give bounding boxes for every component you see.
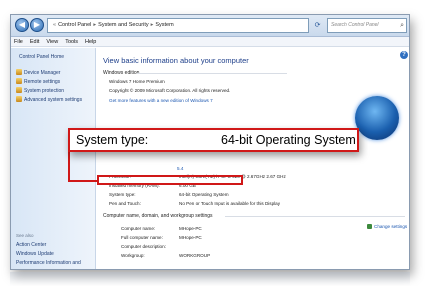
full-computer-name-label: Full computer name:: [121, 235, 163, 240]
window-reflection: [10, 272, 410, 286]
windows-logo: [355, 96, 399, 140]
sidebar-item-advanced-settings[interactable]: Advanced system settings: [16, 96, 82, 103]
section-divider: [137, 73, 287, 74]
system-type-value: 64-bit Operating System: [179, 192, 229, 197]
main-content: ? View basic information about your comp…: [97, 48, 409, 269]
rating-link[interactable]: 5.4: [177, 166, 183, 171]
menu-tools[interactable]: Tools: [65, 39, 78, 45]
crumb-separator: «: [53, 22, 57, 28]
change-settings-link[interactable]: Change settings: [367, 224, 407, 229]
sidebar: Control Panel Home Device Manager Remote…: [11, 48, 96, 269]
search-icon[interactable]: ⌕: [400, 19, 404, 32]
shield-icon: [16, 69, 22, 75]
sidebar-home-link[interactable]: Control Panel Home: [19, 54, 64, 60]
shield-icon: [16, 96, 22, 102]
shield-icon: [367, 224, 372, 229]
highlight-connector: [68, 180, 98, 182]
system-type-label: System type:: [109, 192, 136, 197]
callout-value: 64-bit Operating System: [221, 133, 356, 147]
section-header-edition: Windows edition: [103, 70, 140, 76]
sidebar-item-label: Remote settings: [24, 79, 61, 85]
sidebar-item-system-protection[interactable]: System protection: [16, 87, 64, 94]
copyright-text: Copyright © 2009 Microsoft Corporation. …: [109, 88, 231, 93]
computer-name-label: Computer name:: [121, 226, 156, 231]
section-header-computer: Computer name, domain, and workgroup set…: [103, 213, 213, 219]
menu-edit[interactable]: Edit: [30, 39, 39, 45]
back-button[interactable]: ◀: [15, 18, 29, 32]
sidebar-link-action-center[interactable]: Action Center: [16, 242, 46, 248]
highlight-connector: [68, 152, 70, 182]
sidebar-item-label: System protection: [24, 88, 65, 94]
highlight-box: [97, 175, 243, 185]
computer-description-label: Computer description:: [121, 244, 166, 249]
screenshot-stage: ◀ ▶ «Control Panel ▸ System and Security ▸ S…: [0, 0, 445, 286]
breadcrumb-system[interactable]: System: [155, 22, 173, 28]
callout-label: System type:: [76, 133, 149, 147]
zoom-callout: System type: 64-bit Operating System: [68, 128, 359, 152]
sidebar-link-windows-update[interactable]: Windows Update: [16, 251, 54, 257]
more-features-link[interactable]: Get more features with a new edition of …: [109, 98, 213, 103]
page-title: View basic information about your comput…: [103, 56, 249, 65]
refresh-icon[interactable]: ⟳: [311, 19, 324, 32]
menu-bar: File Edit View Tools Help: [11, 37, 409, 47]
forward-button[interactable]: ▶: [30, 18, 44, 32]
breadcrumb-control-panel[interactable]: Control Panel: [58, 22, 91, 28]
edition-value: Windows 7 Home Premium: [109, 79, 165, 84]
pen-touch-label: Pen and Touch:: [109, 201, 141, 206]
menu-view[interactable]: View: [46, 39, 58, 45]
menu-help[interactable]: Help: [85, 39, 96, 45]
sidebar-item-label: Advanced system settings: [24, 97, 83, 103]
address-toolbar: ◀ ▶ «Control Panel ▸ System and Security ▸ S…: [11, 15, 409, 37]
search-placeholder: Search Control Panel: [331, 22, 379, 28]
sidebar-item-device-manager[interactable]: Device Manager: [16, 69, 60, 76]
sidebar-link-performance[interactable]: Performance Information and: [16, 260, 81, 266]
sidebar-item-label: Device Manager: [24, 70, 61, 76]
computer-name-value: MHope-PC: [179, 226, 202, 231]
address-bar[interactable]: «Control Panel ▸ System and Security ▸ Syste…: [47, 18, 309, 33]
workgroup-label: Workgroup:: [121, 253, 145, 258]
shield-icon: [16, 87, 22, 93]
change-settings-label: Change settings: [374, 224, 408, 229]
breadcrumb-system-and-security[interactable]: System and Security: [98, 22, 148, 28]
search-input[interactable]: Search Control Panel ⌕: [327, 18, 407, 33]
shield-icon: [16, 78, 22, 84]
menu-file[interactable]: File: [14, 39, 23, 45]
sidebar-item-remote-settings[interactable]: Remote settings: [16, 78, 60, 85]
help-icon[interactable]: ?: [400, 51, 408, 59]
section-divider: [225, 216, 405, 217]
pen-touch-value: No Pen or Touch Input is available for t…: [179, 201, 281, 206]
full-computer-name-value: MHope-PC: [179, 235, 202, 240]
see-also-heading: See also: [16, 233, 34, 238]
workgroup-value: WORKGROUP: [179, 253, 211, 258]
